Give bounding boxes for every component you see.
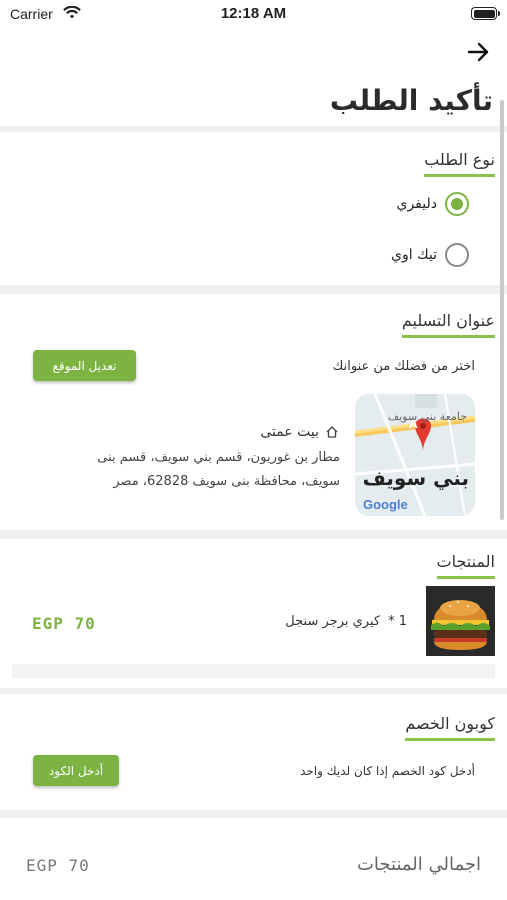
map-thumbnail[interactable]: جامعة بني سويف A بني سويف Google: [355, 394, 475, 516]
radio-takeaway[interactable]: تيك اوي: [391, 243, 469, 267]
divider: [0, 126, 507, 132]
total-value: EGP 70: [26, 856, 90, 875]
title-underline: [405, 738, 495, 741]
delivery-address-title: عنوان التسليم: [401, 311, 495, 338]
home-icon: [326, 426, 338, 438]
radio-takeaway-label: تيك اوي: [391, 247, 437, 263]
radio-delivery[interactable]: دليفري: [396, 192, 469, 216]
map-marker-label: A: [409, 418, 418, 431]
status-bar: Carrier 12:18 AM: [0, 0, 507, 30]
coupon-prompt: أدخل كود الخصم إذا كان لديك واحد: [300, 764, 475, 778]
radio-unselected-icon[interactable]: [445, 243, 469, 267]
address-line-1: مطار بن غوريون، قسم بني سويف، قسم بنى: [97, 450, 340, 465]
delivery-address-title-text: عنوان التسليم: [401, 311, 495, 330]
product-quantity: 1 *: [388, 614, 407, 629]
back-arrow-icon[interactable]: [465, 38, 493, 66]
product-name: كيري برجر سنجل: [285, 614, 381, 629]
total-label: اجمالي المنتجات: [356, 854, 481, 875]
product-price: EGP 70: [32, 614, 96, 633]
coupon-title: كوبون الخصم: [405, 714, 495, 741]
product-image: [426, 586, 495, 656]
title-underline: [401, 335, 495, 338]
order-type-title: نوع الطلب: [424, 150, 495, 177]
coupon-title-text: كوبون الخصم: [405, 714, 495, 733]
page-title: تأكيد الطلب: [329, 84, 493, 117]
products-title-text: المنتجات: [436, 552, 496, 571]
title-underline: [424, 174, 495, 177]
map-street-label: جامعة بني سويف: [387, 410, 467, 423]
address-prompt: اختر من فضلك من عنوانك: [332, 359, 475, 374]
edit-location-button[interactable]: تعديل الموقع: [33, 350, 136, 381]
products-title: المنتجات: [436, 552, 496, 579]
address-line-2: سويف، محافظة بنى سويف 62828، مصر: [113, 474, 340, 489]
battery-icon: [471, 7, 500, 20]
divider: [0, 688, 507, 694]
radio-delivery-label: دليفري: [396, 196, 438, 212]
enter-code-button[interactable]: أدخل الكود: [33, 755, 119, 786]
title-underline: [436, 576, 495, 579]
order-type-title-text: نوع الطلب: [424, 150, 495, 169]
scrollbar[interactable]: [500, 100, 504, 520]
google-logo: Google: [363, 497, 408, 512]
radio-selected-icon[interactable]: [445, 192, 469, 216]
address-name-row: بيت عمتى: [260, 424, 339, 440]
product-card-shadow: [12, 664, 495, 678]
status-time: 12:18 AM: [220, 5, 287, 22]
address-name: بيت عمتى: [260, 424, 319, 440]
map-city-label: بني سويف: [362, 466, 469, 490]
divider: [0, 530, 507, 539]
product-row: 1 * كيري برجر سنجل: [285, 614, 407, 629]
divider: [0, 285, 507, 294]
divider: [0, 810, 507, 818]
